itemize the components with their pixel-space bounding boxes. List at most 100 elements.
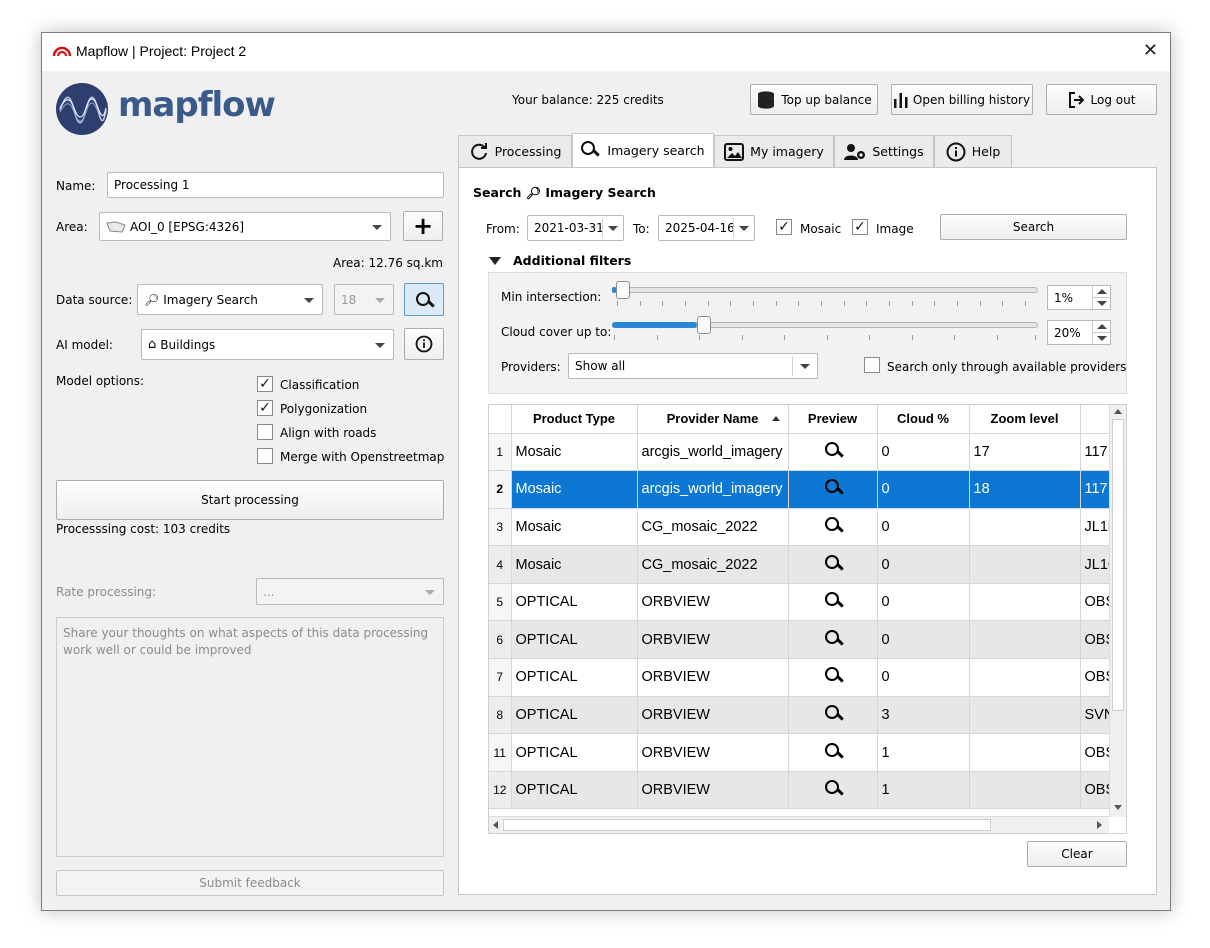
preview-search-icon[interactable] bbox=[824, 704, 841, 721]
chevron-down-icon bbox=[304, 297, 314, 303]
search-button[interactable]: Search bbox=[940, 214, 1127, 240]
preview-search-icon[interactable] bbox=[824, 629, 841, 646]
preview-cell[interactable] bbox=[788, 470, 878, 509]
zoom-select[interactable]: 18 bbox=[334, 284, 394, 315]
column-header-zoom-level[interactable]: Zoom level bbox=[969, 405, 1081, 434]
zoom-level-cell bbox=[969, 658, 1081, 697]
log-out-button[interactable]: Log out bbox=[1046, 84, 1157, 115]
horizontal-scrollbar[interactable] bbox=[489, 816, 1109, 833]
preview-search-icon[interactable] bbox=[824, 516, 841, 533]
image-checkbox[interactable]: ✓ bbox=[852, 219, 868, 235]
scroll-up-icon[interactable] bbox=[1114, 409, 1122, 414]
preview-search-icon[interactable] bbox=[824, 592, 841, 608]
available-providers-checkbox[interactable] bbox=[864, 357, 880, 373]
providers-select[interactable]: Show all bbox=[568, 353, 818, 379]
tab-help-label: Help bbox=[971, 144, 1001, 159]
spin-down-icon[interactable] bbox=[1092, 332, 1110, 344]
preview-search-icon[interactable] bbox=[824, 479, 841, 495]
image-icon bbox=[724, 142, 745, 161]
row-number: 1 bbox=[489, 433, 512, 472]
cloud-cell: 0 bbox=[877, 545, 970, 584]
collapse-triangle-icon[interactable] bbox=[489, 257, 501, 265]
horizontal-scroll-thumb[interactable] bbox=[503, 819, 991, 831]
table-row[interactable]: 8 OPTICAL ORBVIEW 3 SVN bbox=[489, 696, 1126, 735]
scroll-left-icon[interactable] bbox=[493, 821, 498, 829]
to-date-field[interactable]: 2025-04-16 bbox=[658, 215, 755, 241]
row-number: 7 bbox=[489, 658, 512, 697]
provider-name-cell: ORBVIEW bbox=[637, 658, 789, 697]
min-intersection-slider[interactable] bbox=[612, 281, 1038, 317]
top-up-button[interactable]: Top up balance bbox=[750, 84, 878, 115]
preview-cell[interactable] bbox=[788, 658, 878, 697]
spin-down-icon[interactable] bbox=[1092, 297, 1110, 309]
merge-osm-checkbox[interactable] bbox=[257, 448, 273, 464]
tab-my-imagery[interactable]: My imagery bbox=[714, 135, 834, 167]
submit-feedback-button[interactable]: Submit feedback bbox=[56, 870, 444, 896]
polygonization-checkbox[interactable]: ✓ bbox=[257, 400, 273, 416]
preview-search-icon[interactable] bbox=[824, 441, 841, 458]
preview-search-icon[interactable] bbox=[824, 780, 841, 796]
preview-search-icon[interactable] bbox=[824, 667, 841, 683]
preview-cell[interactable] bbox=[788, 583, 878, 622]
tab-help[interactable]: Help bbox=[934, 135, 1012, 167]
table-row[interactable]: 6 OPTICAL ORBVIEW 0 OBS bbox=[489, 620, 1126, 660]
vertical-scroll-thumb[interactable] bbox=[1112, 419, 1124, 711]
preview-cell[interactable] bbox=[788, 733, 878, 772]
add-area-button[interactable]: + bbox=[403, 211, 443, 241]
table-row[interactable]: 7 OPTICAL ORBVIEW 0 OBS bbox=[489, 658, 1126, 697]
table-row[interactable]: 2 Mosaic arcgis_world_imagery 0 18 117 bbox=[489, 470, 1126, 509]
start-processing-button[interactable]: Start processing bbox=[56, 480, 444, 520]
min-intersection-handle[interactable] bbox=[616, 281, 631, 299]
preview-cell[interactable] bbox=[788, 433, 878, 472]
preview-search-icon[interactable] bbox=[824, 554, 841, 571]
preview-cell[interactable] bbox=[788, 696, 878, 735]
from-date-field[interactable]: 2021-03-31 bbox=[527, 215, 624, 241]
preview-cell[interactable] bbox=[788, 620, 878, 660]
search-imagery-button[interactable] bbox=[404, 283, 444, 316]
classification-checkbox[interactable]: ✓ bbox=[257, 376, 273, 392]
rate-select[interactable]: ... bbox=[256, 578, 444, 605]
tab-processing[interactable]: Processing bbox=[458, 135, 572, 167]
scroll-right-icon[interactable] bbox=[1097, 821, 1102, 829]
tab-settings[interactable]: Settings bbox=[834, 135, 934, 167]
table-row[interactable]: 12 OPTICAL ORBVIEW 1 OBS bbox=[489, 771, 1126, 810]
provider-name-cell: arcgis_world_imagery bbox=[637, 433, 789, 472]
tab-settings-label: Settings bbox=[872, 144, 924, 159]
model-info-button[interactable] bbox=[404, 328, 444, 360]
area-select[interactable]: AOI_0 [EPSG:4326] bbox=[99, 212, 391, 241]
column-header-provider-name[interactable]: Provider Name bbox=[637, 405, 789, 434]
column-header-preview[interactable]: Preview bbox=[788, 405, 878, 434]
align-roads-checkbox[interactable] bbox=[257, 424, 273, 440]
cloud-cover-handle[interactable] bbox=[697, 316, 712, 334]
column-header-product-type[interactable]: Product Type bbox=[511, 405, 638, 434]
vertical-scrollbar[interactable] bbox=[1109, 405, 1126, 817]
table-row[interactable]: 1 Mosaic arcgis_world_imagery 0 17 117 bbox=[489, 433, 1126, 472]
clear-button[interactable]: Clear bbox=[1027, 841, 1127, 867]
close-icon[interactable]: ✕ bbox=[1143, 40, 1158, 61]
scroll-down-icon[interactable] bbox=[1114, 805, 1122, 810]
preview-cell[interactable] bbox=[788, 771, 878, 810]
provider-name-cell: ORBVIEW bbox=[637, 620, 789, 660]
preview-search-icon[interactable] bbox=[824, 742, 841, 759]
tab-imagery-search[interactable]: Imagery search bbox=[572, 133, 714, 167]
cloud-cover-spinbox[interactable]: 20% bbox=[1047, 320, 1111, 345]
table-row[interactable]: 11 OPTICAL ORBVIEW 1 OBS bbox=[489, 733, 1126, 772]
data-source-select[interactable]: 🔎︎ Imagery Search bbox=[137, 284, 323, 315]
billing-history-button[interactable]: Open billing history bbox=[891, 84, 1033, 115]
feedback-textarea[interactable]: Share your thoughts on what aspects of t… bbox=[56, 617, 444, 857]
cloud-cover-slider[interactable] bbox=[612, 316, 1038, 354]
preview-cell[interactable] bbox=[788, 545, 878, 584]
ai-model-select[interactable]: ⌂ Buildings bbox=[141, 329, 394, 360]
zoom-level-cell bbox=[969, 696, 1081, 735]
table-row[interactable]: 3 Mosaic CG_mosaic_2022 0 JL1k bbox=[489, 508, 1126, 547]
additional-filters-toggle[interactable]: Additional filters bbox=[513, 253, 631, 268]
name-field[interactable]: Processing 1 bbox=[107, 172, 444, 198]
mosaic-checkbox[interactable]: ✓ bbox=[776, 219, 792, 235]
table-row[interactable]: 5 OPTICAL ORBVIEW 0 OBS bbox=[489, 583, 1126, 622]
row-number: 11 bbox=[489, 733, 512, 772]
cloud-cover-value: 20% bbox=[1054, 325, 1081, 340]
column-header-cloud[interactable]: Cloud % bbox=[877, 405, 970, 434]
min-intersection-spinbox[interactable]: 1% bbox=[1047, 285, 1111, 310]
table-row[interactable]: 4 Mosaic CG_mosaic_2022 0 JL1C bbox=[489, 545, 1126, 584]
preview-cell[interactable] bbox=[788, 508, 878, 547]
